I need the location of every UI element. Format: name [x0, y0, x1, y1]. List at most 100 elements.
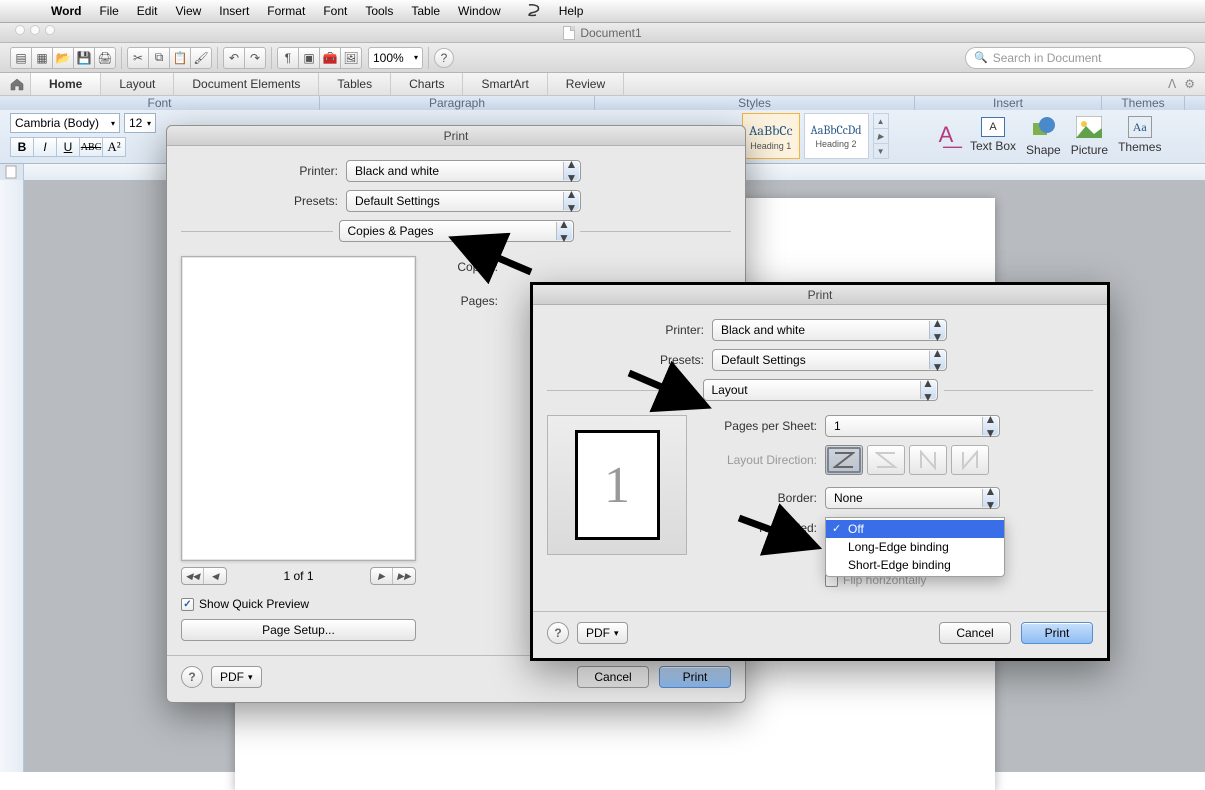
help-icon[interactable]: ? — [434, 48, 454, 68]
font-size-select[interactable]: 12▾ — [124, 113, 156, 133]
styles-pane-icon[interactable]: A͟ — [932, 121, 960, 149]
style-heading2[interactable]: AaBbCcDd Heading 2 — [804, 113, 869, 159]
underline-button[interactable]: U — [56, 137, 80, 157]
vertical-ruler[interactable] — [0, 180, 24, 772]
layout-dir-z[interactable] — [825, 445, 863, 475]
menu-insert[interactable]: Insert — [210, 4, 258, 18]
dlg2-presets-select[interactable]: Default Settings▲▼ — [712, 349, 947, 371]
document-icon — [563, 26, 575, 40]
print-dialog-2: Print Printer: Black and white▲▼ Presets… — [530, 282, 1110, 661]
menu-help[interactable]: Help — [550, 4, 593, 18]
zoom-input[interactable]: 100%▾ — [368, 47, 423, 69]
format-painter-icon[interactable]: 🖌 — [190, 47, 212, 69]
toolbox-icon[interactable]: 🧰 — [319, 47, 341, 69]
menu-file[interactable]: File — [90, 4, 127, 18]
themes-button[interactable]: AaThemes — [1118, 116, 1161, 154]
tab-home[interactable]: Home — [30, 73, 101, 95]
save-icon[interactable]: 💾 — [73, 47, 95, 69]
twosided-opt-off[interactable]: Off — [826, 520, 1004, 538]
menu-font[interactable]: Font — [314, 4, 356, 18]
dlg2-layout-preview: 1 — [547, 415, 687, 555]
dlg1-cancel-button[interactable]: Cancel — [577, 666, 649, 688]
menu-format[interactable]: Format — [258, 4, 314, 18]
dlg2-panel-select[interactable]: Layout▲▼ — [703, 379, 938, 401]
dlg1-presets-label: Presets: — [181, 194, 346, 208]
gallery-icon[interactable]: 🖼 — [340, 47, 362, 69]
sidebar-icon[interactable]: ▣ — [298, 47, 320, 69]
super-button[interactable]: A² — [102, 137, 126, 157]
group-label-insert: Insert — [915, 96, 1102, 110]
dlg2-pps-label: Pages per Sheet: — [705, 419, 825, 433]
dlg2-border-select[interactable]: None▲▼ — [825, 487, 1000, 509]
dlg1-next-buttons[interactable]: ▶▶▶ — [370, 567, 416, 585]
undo-icon[interactable]: ↶ — [223, 47, 245, 69]
show-marks-icon[interactable]: ¶ — [277, 47, 299, 69]
style-heading1[interactable]: AaBbCc Heading 1 — [742, 113, 800, 159]
dlg2-help-button[interactable]: ? — [547, 622, 569, 644]
dialog2-title: Print — [533, 285, 1107, 305]
dlg1-help-button[interactable]: ? — [181, 666, 203, 688]
menu-view[interactable]: View — [166, 4, 210, 18]
open-icon[interactable]: 📂 — [52, 47, 74, 69]
ribbon-collapse-icon[interactable]: ᐱ — [1168, 77, 1176, 91]
search-icon: 🔍 — [974, 51, 988, 64]
menu-tools[interactable]: Tools — [356, 4, 402, 18]
twosided-opt-long[interactable]: Long-Edge binding — [826, 538, 1004, 556]
insert-shape[interactable]: Shape — [1026, 113, 1061, 157]
tab-review[interactable]: Review — [548, 73, 624, 95]
dlg1-panel-select[interactable]: Copies & Pages▲▼ — [339, 220, 574, 242]
menu-window[interactable]: Window — [449, 4, 510, 18]
menu-app[interactable]: Word — [42, 4, 90, 18]
dlg2-cancel-button[interactable]: Cancel — [939, 622, 1011, 644]
tab-tables[interactable]: Tables — [319, 73, 391, 95]
insert-picture[interactable]: Picture — [1071, 113, 1108, 157]
tab-charts[interactable]: Charts — [391, 73, 463, 95]
dlg1-page-setup-button[interactable]: Page Setup... — [181, 619, 416, 641]
dlg1-printer-label: Printer: — [181, 164, 346, 178]
dlg1-print-button[interactable]: Print — [659, 666, 731, 688]
cut-icon[interactable]: ✂ — [127, 47, 149, 69]
dlg1-pdf-button[interactable]: PDF — [211, 666, 262, 688]
dlg1-presets-select[interactable]: Default Settings▲▼ — [346, 190, 581, 212]
dlg1-preview — [181, 256, 416, 561]
dlg2-pdf-button[interactable]: PDF — [577, 622, 628, 644]
dialog1-title: Print — [167, 126, 745, 146]
templates-icon[interactable]: ▦ — [31, 47, 53, 69]
tab-smartart[interactable]: SmartArt — [463, 73, 547, 95]
layout-dir-n2[interactable] — [951, 445, 989, 475]
window-traffic-lights[interactable] — [15, 25, 55, 35]
dlg1-prev-buttons[interactable]: ◀◀◀ — [181, 567, 227, 585]
redo-icon[interactable]: ↷ — [244, 47, 266, 69]
ribbon-tabs: Home Layout Document Elements Tables Cha… — [0, 73, 1205, 96]
dlg1-show-quick-preview[interactable]: ✓Show Quick Preview — [181, 597, 416, 611]
bold-button[interactable]: B — [10, 137, 34, 157]
dlg2-presets-label: Presets: — [547, 353, 712, 367]
insert-textbox[interactable]: AText Box — [970, 117, 1016, 153]
dlg2-pps-select[interactable]: 1▲▼ — [825, 415, 1000, 437]
dlg2-print-button[interactable]: Print — [1021, 622, 1093, 644]
tab-doc-elements[interactable]: Document Elements — [174, 73, 319, 95]
dlg2-printer-label: Printer: — [547, 323, 712, 337]
tab-layout[interactable]: Layout — [101, 73, 174, 95]
script-menu-icon[interactable] — [518, 3, 550, 20]
ribbon-options-icon[interactable]: ⚙ — [1184, 77, 1195, 91]
dlg2-printer-select[interactable]: Black and white▲▼ — [712, 319, 947, 341]
menu-table[interactable]: Table — [402, 4, 449, 18]
italic-button[interactable]: I — [33, 137, 57, 157]
menu-edit[interactable]: Edit — [128, 4, 167, 18]
copy-icon[interactable]: ⧉ — [148, 47, 170, 69]
strike-button[interactable]: ABC — [79, 137, 103, 157]
group-label-themes: Themes — [1102, 96, 1185, 110]
font-name-select[interactable]: Cambria (Body)▾ — [10, 113, 120, 133]
dlg2-twosided-menu[interactable]: Off Long-Edge binding Short-Edge binding — [825, 517, 1005, 577]
print-icon[interactable]: 🖨 — [94, 47, 116, 69]
paste-icon[interactable]: 📋 — [169, 47, 191, 69]
style-gallery-scroll[interactable]: ▲▶▼ — [873, 113, 889, 159]
new-doc-icon[interactable]: ▤ — [10, 47, 32, 69]
twosided-opt-short[interactable]: Short-Edge binding — [826, 556, 1004, 574]
menu-bar: Word File Edit View Insert Format Font T… — [0, 0, 1205, 22]
layout-dir-n[interactable] — [909, 445, 947, 475]
dlg1-printer-select[interactable]: Black and white▲▼ — [346, 160, 581, 182]
layout-dir-s[interactable] — [867, 445, 905, 475]
search-input[interactable]: 🔍 Search in Document — [965, 47, 1195, 69]
